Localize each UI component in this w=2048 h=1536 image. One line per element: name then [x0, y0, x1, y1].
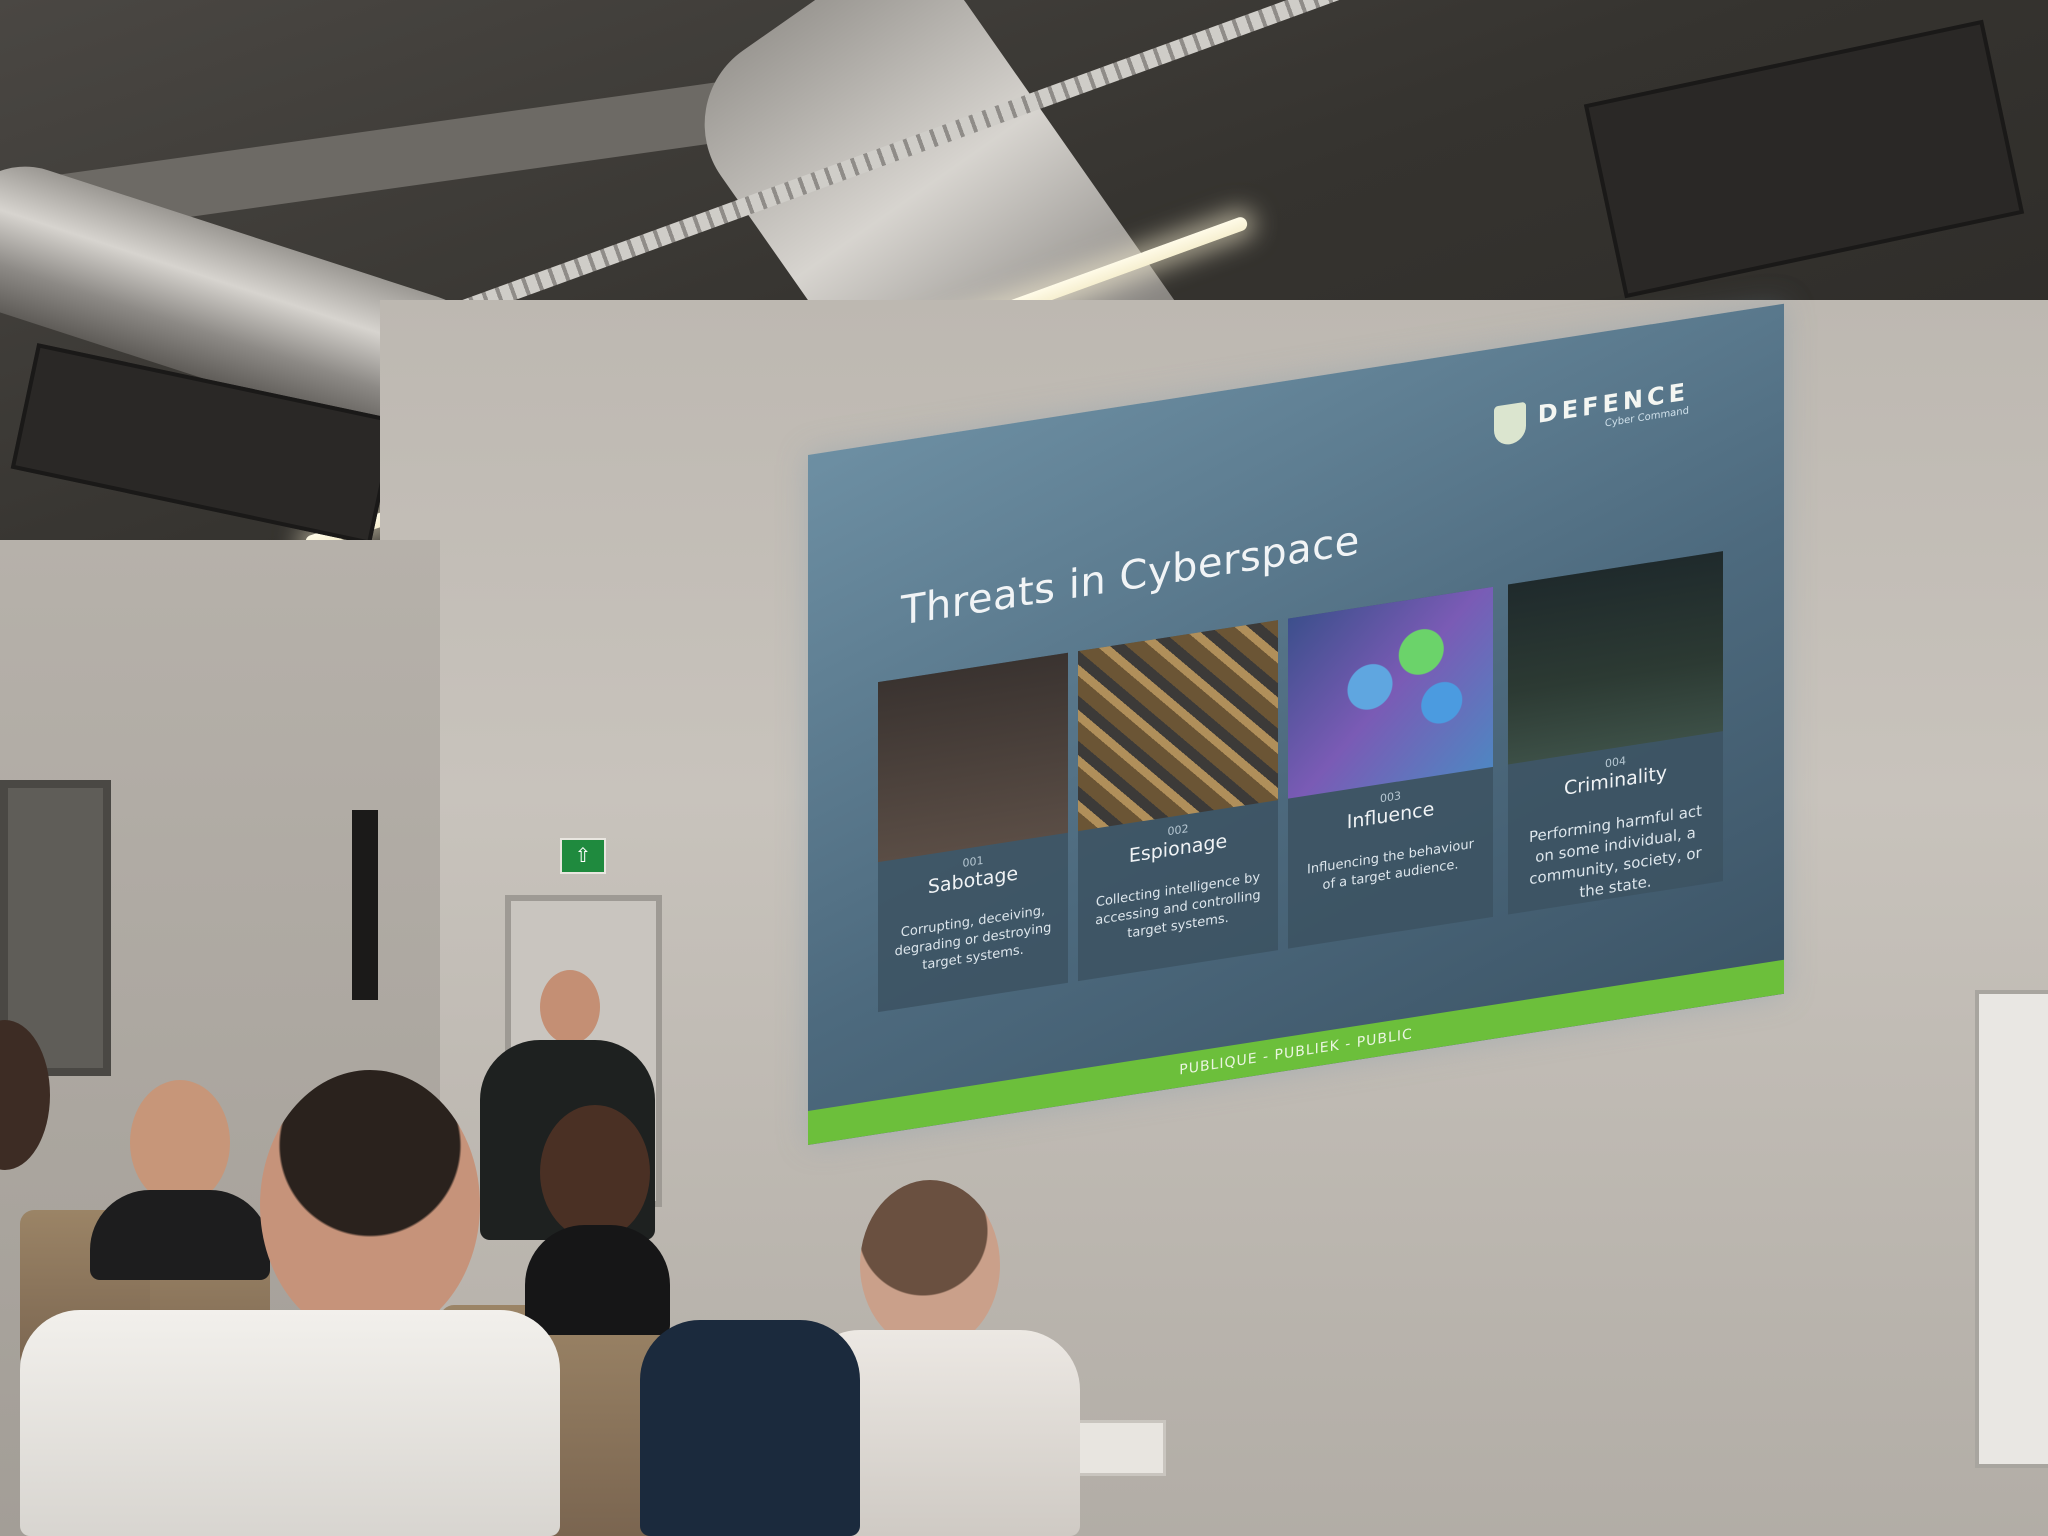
- audience-head: [860, 1180, 1000, 1350]
- threat-card-sabotage: 001 Sabotage Corrupting, deceiving, degr…: [878, 652, 1068, 1013]
- threat-card-espionage: 002 Espionage Collecting intelligence by…: [1078, 620, 1278, 982]
- wall-speaker: [352, 810, 378, 1000]
- threat-card-influence: 003 Influence Influencing the behaviour …: [1288, 586, 1493, 949]
- audience-white-shirt: [20, 1310, 560, 1536]
- dark-jacket-on-chair: [640, 1320, 860, 1536]
- card-description: Corrupting, deceiving, degrading or dest…: [894, 903, 1052, 974]
- presenter-head: [540, 970, 600, 1044]
- defence-logo: DEFENCE Cyber Command: [1493, 376, 1689, 447]
- running-man-arrow-icon: ⇧: [560, 838, 606, 874]
- phone-settings-photo: [1288, 586, 1493, 799]
- hacker-screens-photo: [1508, 551, 1723, 765]
- card-description: Collecting intelligence by accessing and…: [1095, 869, 1261, 942]
- lecture-hall-scene: ⇧ DEFENCE Cyber Command Threats in Cyber…: [0, 0, 2048, 1536]
- shield-icon: [1493, 401, 1526, 447]
- whiteboard: [1975, 990, 2048, 1468]
- electronics-photo: [1078, 620, 1278, 832]
- ceiling-fixture: [1583, 19, 2025, 299]
- audience-member-foreground: [0, 1060, 560, 1536]
- card-description: Performing harmful act on some individua…: [1528, 801, 1703, 902]
- wind-turbine-photo: [878, 652, 1068, 863]
- audience-head: [0, 1020, 50, 1170]
- backpack: [640, 1320, 860, 1536]
- audience-member-edge: [0, 1020, 60, 1270]
- card-description: Influencing the behaviour of a target au…: [1307, 836, 1474, 894]
- audience-head: [260, 1070, 480, 1340]
- threat-card-criminality: 004 Criminality Performing harmful act o…: [1508, 551, 1723, 915]
